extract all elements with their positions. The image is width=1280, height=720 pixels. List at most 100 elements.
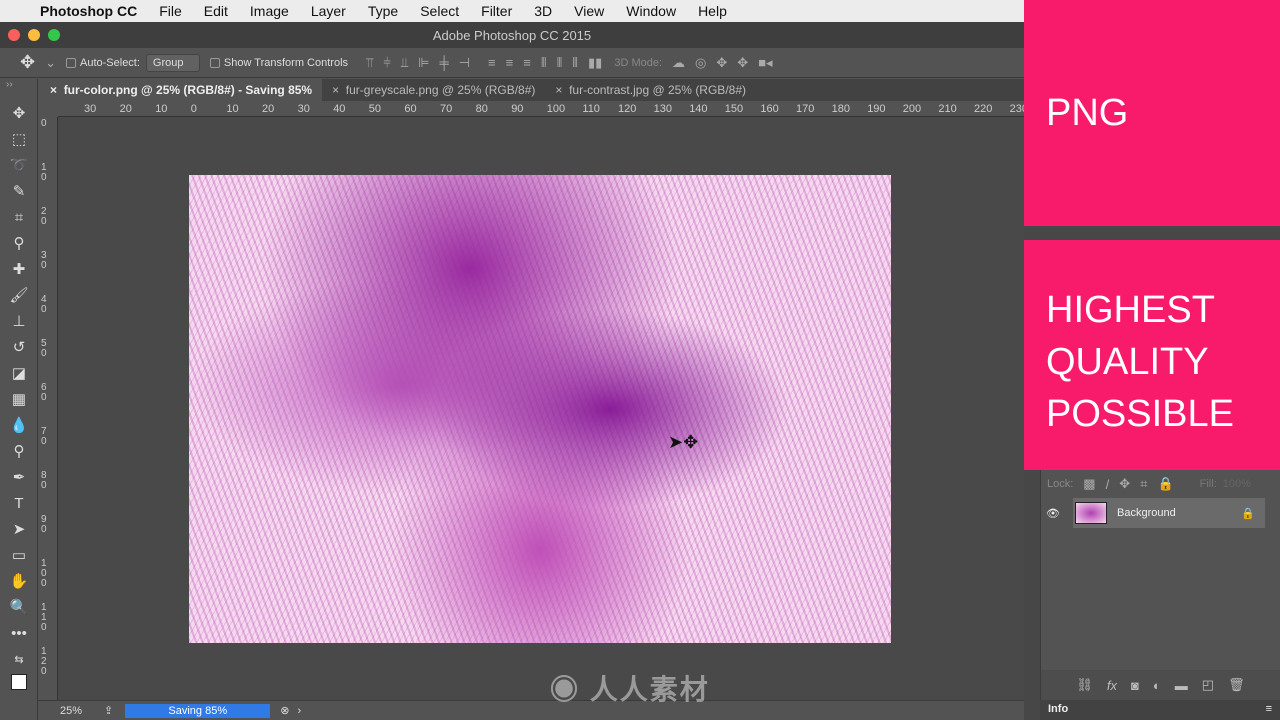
- share-icon[interactable]: ⇪: [104, 704, 113, 717]
- document-image[interactable]: [189, 175, 891, 643]
- distribute-vcenter-icon[interactable]: ≡: [506, 55, 514, 70]
- zoom-level[interactable]: 25%: [60, 705, 82, 717]
- fill-input[interactable]: 100%: [1223, 478, 1251, 490]
- lock-position-icon[interactable]: ✥: [1119, 476, 1130, 492]
- align-vcenter-icon[interactable]: ⫩: [383, 55, 390, 71]
- new-layer-icon[interactable]: ◰: [1202, 677, 1214, 693]
- hand-tool-icon[interactable]: ✋: [0, 569, 38, 595]
- watermark-logo: ◉ 人人素材: [550, 674, 710, 705]
- crop-tool-icon[interactable]: ⌗: [0, 205, 38, 231]
- eyedropper-tool-icon[interactable]: ⚲: [0, 231, 38, 257]
- panel-menu-icon[interactable]: ≡: [1266, 703, 1272, 715]
- fx-icon[interactable]: fx: [1107, 678, 1117, 693]
- new-group-icon[interactable]: ▬: [1175, 678, 1188, 693]
- color-swatches-icon[interactable]: [0, 673, 38, 699]
- layer-row[interactable]: 👁 Background 🔒: [1041, 498, 1280, 528]
- status-menu-icon[interactable]: ›: [297, 705, 301, 717]
- close-tab-icon[interactable]: ×: [50, 83, 57, 97]
- tab-fur-greyscale[interactable]: × fur-greyscale.png @ 25% (RGB/8#): [322, 79, 545, 101]
- show-transform-checkbox[interactable]: [209, 57, 220, 68]
- history-brush-tool-icon[interactable]: ↺: [0, 335, 38, 361]
- tab-fur-contrast[interactable]: × fur-contrast.jpg @ 25% (RGB/8#): [545, 79, 756, 101]
- healing-brush-tool-icon[interactable]: ✚: [0, 257, 38, 283]
- lock-all-icon[interactable]: 🔒: [1157, 476, 1173, 492]
- menu-type[interactable]: Type: [368, 3, 398, 19]
- info-panel-tab[interactable]: Info ≡: [1040, 700, 1280, 720]
- visibility-eye-icon[interactable]: 👁: [1041, 507, 1065, 520]
- group-select[interactable]: Group: [145, 53, 200, 72]
- canvas-area[interactable]: ➤✥: [58, 117, 1024, 700]
- swap-colors-icon[interactable]: ⇆: [0, 647, 38, 673]
- menu-layer[interactable]: Layer: [311, 3, 346, 19]
- align-bottom-icon[interactable]: ⫫: [401, 55, 408, 71]
- dodge-tool-icon[interactable]: ⚲: [0, 439, 38, 465]
- move-tool-icon[interactable]: ✥: [20, 52, 35, 73]
- type-tool-icon[interactable]: T: [0, 491, 38, 517]
- more-tools-icon[interactable]: •••: [0, 621, 38, 647]
- ruler-tick-label: 10: [155, 103, 168, 115]
- lock-pixels-icon[interactable]: /: [1106, 477, 1110, 492]
- ruler-tick-label: 50: [368, 103, 382, 115]
- distribute-right-icon[interactable]: ⦀: [572, 55, 578, 71]
- marquee-tool-icon[interactable]: ⬚: [0, 127, 38, 153]
- gradient-tool-icon[interactable]: ▦: [0, 387, 38, 413]
- menu-file[interactable]: File: [159, 3, 182, 19]
- 3d-pan-icon[interactable]: ✥: [716, 55, 727, 71]
- 3d-roll-icon[interactable]: ◎: [695, 55, 706, 71]
- menu-select[interactable]: Select: [420, 3, 459, 19]
- layer-background[interactable]: Background 🔒: [1073, 498, 1265, 528]
- distribute-bottom-icon[interactable]: ≡: [523, 55, 531, 70]
- ruler-tick-label: 220: [974, 103, 993, 115]
- align-hcenter-icon[interactable]: ╪: [440, 55, 449, 70]
- shape-tool-icon[interactable]: ▭: [0, 543, 38, 569]
- auto-align-icon[interactable]: ▮▮: [588, 55, 602, 71]
- collapse-icon[interactable]: ››: [0, 79, 37, 101]
- adjustment-layer-icon[interactable]: ◐: [1153, 678, 1161, 693]
- 3d-slide-icon[interactable]: ✥: [737, 55, 748, 71]
- auto-select-checkbox[interactable]: [66, 57, 76, 68]
- zoom-tool-icon[interactable]: 🔍: [0, 595, 38, 621]
- quick-select-tool-icon[interactable]: ✎: [0, 179, 38, 205]
- menu-3d[interactable]: 3D: [534, 3, 552, 19]
- distribute-hcenter-icon[interactable]: ⦀: [557, 55, 563, 71]
- distribute-left-icon[interactable]: ⦀: [541, 55, 547, 71]
- align-right-icon[interactable]: ⊣: [459, 55, 470, 71]
- 3d-camera-icon[interactable]: ■◂: [758, 55, 772, 71]
- ruler-vertical: 0 10 20 30 40 50 60 70 80 90 100 110 120: [38, 117, 58, 700]
- menu-view[interactable]: View: [574, 3, 604, 19]
- cancel-save-icon[interactable]: ⊗: [280, 704, 289, 717]
- move-tool-icon[interactable]: ✥: [0, 101, 38, 127]
- menu-window[interactable]: Window: [626, 3, 676, 19]
- ruler-tick-label: 10: [226, 103, 239, 115]
- brush-tool-icon[interactable]: 🖌: [0, 283, 38, 309]
- ruler-tick-label: 210: [938, 103, 957, 115]
- close-tab-icon[interactable]: ×: [555, 83, 562, 97]
- lasso-tool-icon[interactable]: ➰: [0, 153, 38, 179]
- pen-tool-icon[interactable]: ✒: [0, 465, 38, 491]
- lock-transparent-icon[interactable]: ▩: [1083, 476, 1095, 492]
- delete-layer-icon[interactable]: 🗑: [1228, 677, 1245, 693]
- menu-image[interactable]: Image: [250, 3, 289, 19]
- path-select-tool-icon[interactable]: ➤: [0, 517, 38, 543]
- 3d-orbit-icon[interactable]: ☁: [672, 55, 685, 71]
- stamp-tool-icon[interactable]: ⊥: [0, 309, 38, 335]
- close-tab-icon[interactable]: ×: [332, 83, 339, 97]
- menu-help[interactable]: Help: [698, 3, 727, 19]
- ruler-tick-label: 0: [190, 103, 197, 115]
- menu-edit[interactable]: Edit: [204, 3, 228, 19]
- menu-filter[interactable]: Filter: [481, 3, 512, 19]
- distribute-top-icon[interactable]: ≡: [488, 55, 496, 70]
- eraser-tool-icon[interactable]: ◪: [0, 361, 38, 387]
- layer-mask-icon[interactable]: ◙: [1131, 678, 1139, 693]
- lock-artboard-icon[interactable]: ⌗: [1140, 476, 1147, 492]
- menu-app[interactable]: Photoshop CC: [40, 3, 137, 19]
- link-layers-icon[interactable]: ⛓: [1076, 677, 1093, 693]
- blur-tool-icon[interactable]: 💧: [0, 413, 38, 439]
- overlay-title: PNG: [1046, 92, 1129, 134]
- chevron-down-icon[interactable]: ⌄: [45, 55, 56, 71]
- align-left-icon[interactable]: ⊫: [418, 55, 429, 71]
- tab-fur-color[interactable]: × fur-color.png @ 25% (RGB/8#) - Saving …: [40, 79, 323, 101]
- ruler-tick-label: 40: [41, 294, 47, 315]
- ruler-tick-label: 80: [475, 103, 488, 115]
- align-top-icon[interactable]: ⫪: [366, 55, 373, 71]
